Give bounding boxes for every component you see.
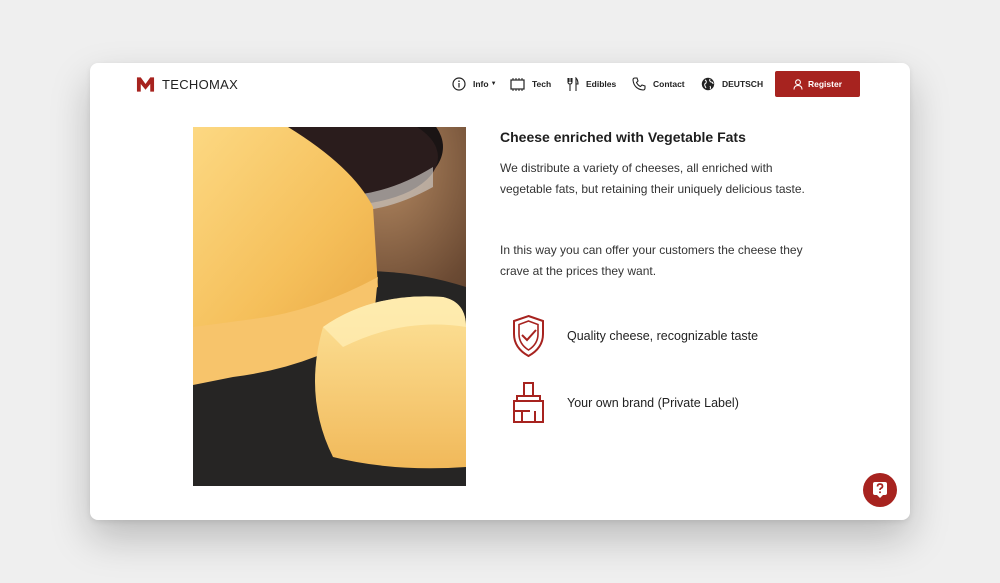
nav-label-edibles: Edibles — [586, 79, 617, 89]
feature-private-label-label: Your own brand (Private Label) — [567, 396, 739, 410]
paint-brush-icon — [513, 382, 544, 423]
cheese-photo — [193, 127, 466, 486]
globe-icon — [701, 77, 715, 91]
feature-quality: Quality cheese, recognizable taste — [510, 314, 758, 358]
nav-item-edibles[interactable]: Edibles — [567, 75, 616, 93]
nav-item-info[interactable]: Info ▼ — [452, 75, 497, 93]
question-icon — [873, 482, 887, 498]
nav-label-contact: Contact — [653, 79, 685, 89]
phone-icon — [632, 77, 646, 91]
description-paragraph-1: We distribute a variety of cheeses, all … — [500, 161, 805, 196]
utensils-icon — [567, 76, 579, 91]
nav-item-language[interactable]: DEUTSCH — [701, 75, 763, 93]
feature-quality-label: Quality cheese, recognizable taste — [567, 329, 759, 343]
description-paragraph-2: In this way you can offer your customers… — [500, 243, 803, 278]
user-icon — [793, 78, 803, 90]
logo-m-icon — [136, 77, 155, 92]
chevron-down-icon: ▼ — [490, 81, 497, 87]
info-icon — [452, 77, 466, 91]
browser-window: TECHOMAX Info ▼ Tech Edibles Contact DEU… — [90, 63, 910, 520]
register-button[interactable]: Register — [775, 71, 860, 97]
section-title: Cheese enriched with Vegetable Fats — [500, 129, 746, 145]
brand-logo[interactable]: TECHOMAX — [136, 75, 238, 93]
feature-private-label: Your own brand (Private Label) — [510, 381, 739, 425]
nav-label-language: DEUTSCH — [722, 79, 764, 89]
brand-name: TECHOMAX — [162, 76, 239, 92]
chip-icon — [510, 77, 525, 91]
shield-check-icon — [513, 314, 544, 358]
register-label: Register — [807, 79, 842, 89]
nav-label-tech: Tech — [532, 79, 552, 89]
nav-item-contact[interactable]: Contact — [632, 75, 685, 93]
help-button[interactable] — [863, 473, 897, 507]
nav-item-tech[interactable]: Tech — [510, 75, 551, 93]
nav-label-info: Info — [473, 79, 489, 89]
